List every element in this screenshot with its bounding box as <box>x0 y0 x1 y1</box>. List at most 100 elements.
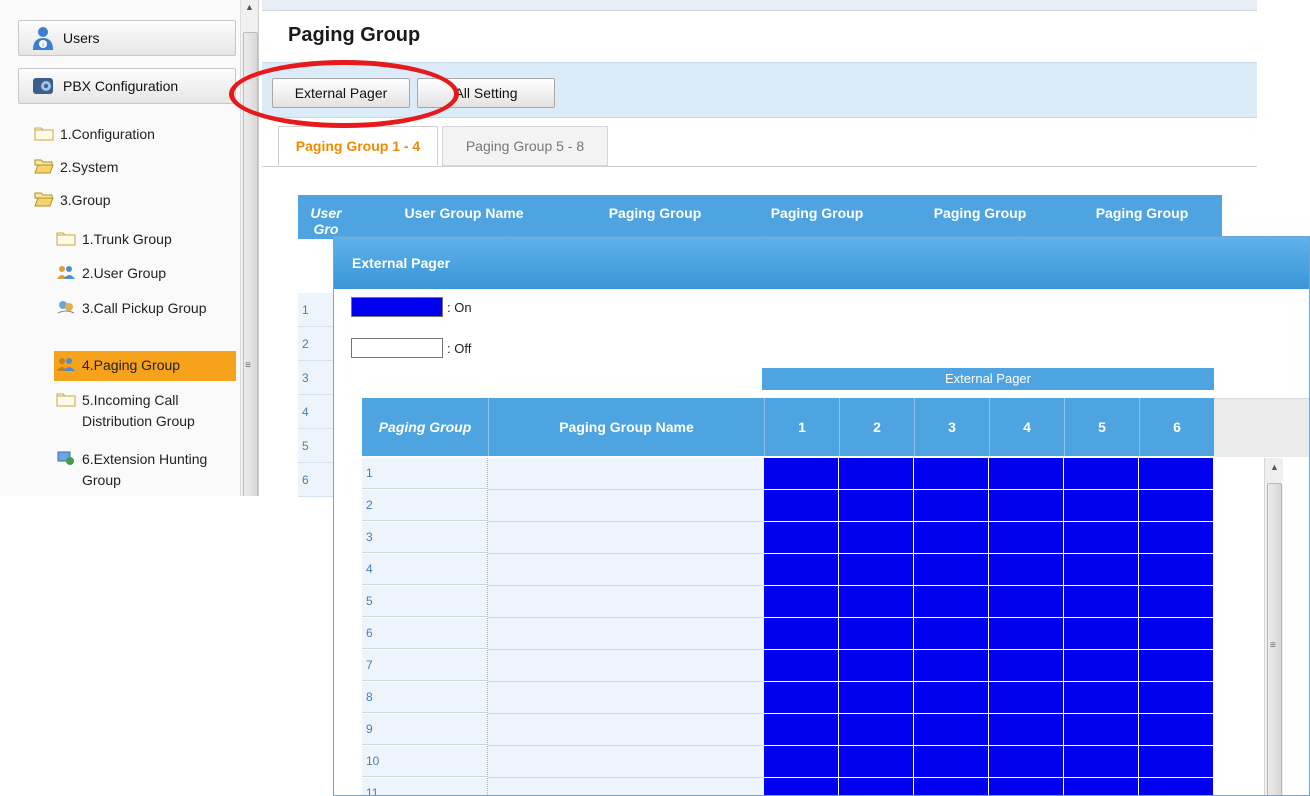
pager-toggle-cell[interactable] <box>839 618 913 649</box>
pager-toggle-cell[interactable] <box>839 490 913 521</box>
pager-toggle-cell[interactable] <box>1139 682 1213 713</box>
pager-toggle-cell[interactable] <box>989 618 1063 649</box>
button-bar: External Pager All Setting <box>262 62 1257 118</box>
pager-toggle-cell[interactable] <box>1139 554 1213 585</box>
sidebar-item-extension-hunting-group[interactable]: 6.Extension Hunting Group <box>56 449 216 491</box>
sidebar-scrollbar[interactable]: ▲ ≡ <box>240 0 258 496</box>
pager-toggle-cell[interactable] <box>989 650 1063 681</box>
tab-paging-group-1-4[interactable]: Paging Group 1 - 4 <box>278 126 438 166</box>
pager-toggle-cell[interactable] <box>989 778 1063 795</box>
pager-toggle-cell[interactable] <box>914 554 988 585</box>
pager-toggle-cell[interactable] <box>839 682 913 713</box>
all-setting-button[interactable]: All Setting <box>417 78 555 108</box>
sidebar-section-users[interactable]: i Users <box>18 20 236 56</box>
pager-toggle-cell[interactable] <box>914 618 988 649</box>
paging-group-number: 6 <box>362 618 488 649</box>
sidebar-item-call-pickup-group[interactable]: 3.Call Pickup Group <box>56 298 216 319</box>
pager-toggle-cell[interactable] <box>839 714 913 745</box>
grid-row: 9 <box>362 714 1214 746</box>
sidebar-item-group[interactable]: 3.Group <box>34 190 111 211</box>
pager-toggle-cell[interactable] <box>1064 778 1138 795</box>
grid-row: 10 <box>362 746 1214 778</box>
pager-toggle-cell[interactable] <box>989 522 1063 553</box>
pager-toggle-cell[interactable] <box>764 490 838 521</box>
external-pager-button[interactable]: External Pager <box>272 78 410 108</box>
pager-toggle-cell[interactable] <box>914 522 988 553</box>
pager-toggle-cell[interactable] <box>914 778 988 795</box>
pager-toggle-cell[interactable] <box>764 650 838 681</box>
pager-toggle-cell[interactable] <box>914 682 988 713</box>
pager-toggle-cell[interactable] <box>1064 682 1138 713</box>
pager-toggle-cell[interactable] <box>1064 490 1138 521</box>
pager-toggle-cell[interactable] <box>1139 714 1213 745</box>
sidebar-scroll-thumb[interactable] <box>243 32 258 496</box>
pager-toggle-cell[interactable] <box>989 714 1063 745</box>
pager-toggle-cell[interactable] <box>764 522 838 553</box>
pager-toggle-cell[interactable] <box>1064 586 1138 617</box>
pager-toggle-cell[interactable] <box>1139 490 1213 521</box>
scroll-up-icon[interactable]: ▲ <box>1270 462 1279 472</box>
sidebar-item-configuration[interactable]: 1.Configuration <box>34 124 155 145</box>
sidebar-section-pbx-configuration[interactable]: PBX Configuration <box>18 68 236 104</box>
sidebar-item-system[interactable]: 2.System <box>34 157 118 178</box>
pager-toggle-cell[interactable] <box>764 458 838 489</box>
pager-toggle-cell[interactable] <box>1139 586 1213 617</box>
paging-group-number: 11 <box>362 778 488 795</box>
sidebar-item-paging-group[interactable]: 4.Paging Group <box>54 351 236 381</box>
pager-toggle-cell[interactable] <box>1064 746 1138 777</box>
column-header: Paging Group <box>770 205 864 221</box>
pager-toggle-cell[interactable] <box>839 650 913 681</box>
pager-toggle-cell[interactable] <box>914 458 988 489</box>
paging-group-name-cell <box>488 746 764 778</box>
pager-toggle-cell[interactable] <box>989 586 1063 617</box>
pager-toggle-cell[interactable] <box>839 778 913 795</box>
grid-row: 1 <box>362 458 1214 490</box>
pager-toggle-cell[interactable] <box>839 554 913 585</box>
pager-toggle-cell[interactable] <box>1139 650 1213 681</box>
pager-toggle-cell[interactable] <box>989 746 1063 777</box>
pager-toggle-cell[interactable] <box>1139 458 1213 489</box>
dialog-title-bar[interactable]: External Pager <box>334 237 1309 289</box>
pager-toggle-cell[interactable] <box>914 490 988 521</box>
pager-toggle-cell[interactable] <box>1064 522 1138 553</box>
pager-toggle-cell[interactable] <box>839 458 913 489</box>
pager-toggle-cell[interactable] <box>989 554 1063 585</box>
table-row: 4 <box>298 395 336 429</box>
pager-toggle-cell[interactable] <box>764 554 838 585</box>
pager-toggle-cell[interactable] <box>764 746 838 777</box>
scroll-up-icon[interactable]: ▲ <box>245 2 254 12</box>
pager-toggle-cell[interactable] <box>764 682 838 713</box>
pager-toggle-cell[interactable] <box>914 746 988 777</box>
pager-toggle-cell[interactable] <box>1064 458 1138 489</box>
pager-toggle-cell[interactable] <box>1139 778 1213 795</box>
pager-toggle-cell[interactable] <box>1139 522 1213 553</box>
pager-toggle-cell[interactable] <box>1064 650 1138 681</box>
pager-toggle-cell[interactable] <box>1139 618 1213 649</box>
pager-toggle-cell[interactable] <box>1064 618 1138 649</box>
pager-toggle-cell[interactable] <box>1139 746 1213 777</box>
pager-toggle-cell[interactable] <box>989 458 1063 489</box>
dialog-scrollbar[interactable]: ▲ ≡ <box>1264 458 1283 795</box>
pager-toggle-cell[interactable] <box>764 778 838 795</box>
pager-toggle-cell[interactable] <box>764 586 838 617</box>
pager-toggle-cell[interactable] <box>1064 714 1138 745</box>
pager-toggle-cell[interactable] <box>839 586 913 617</box>
tab-paging-group-5-8[interactable]: Paging Group 5 - 8 <box>442 126 608 166</box>
pager-toggle-cell[interactable] <box>989 682 1063 713</box>
pager-toggle-cell[interactable] <box>914 714 988 745</box>
column-header: User Gro <box>310 205 342 237</box>
paging-group-name-cell <box>488 714 764 746</box>
table-row: 5 <box>298 429 336 463</box>
pager-toggle-cell[interactable] <box>1064 554 1138 585</box>
pager-toggle-cell[interactable] <box>764 618 838 649</box>
pager-toggle-cell[interactable] <box>764 714 838 745</box>
sidebar-item-incoming-call-distribution-group[interactable]: 5.Incoming Call Distribution Group <box>56 390 216 432</box>
pager-toggle-cell[interactable] <box>989 490 1063 521</box>
sidebar-item-user-group[interactable]: 2.User Group <box>56 263 166 284</box>
pager-toggle-cell[interactable] <box>914 586 988 617</box>
sidebar-item-trunk-group[interactable]: 1.Trunk Group <box>56 229 172 250</box>
pager-toggle-cell[interactable] <box>839 746 913 777</box>
pager-toggle-cell[interactable] <box>839 522 913 553</box>
top-strip <box>262 0 1257 11</box>
pager-toggle-cell[interactable] <box>914 650 988 681</box>
